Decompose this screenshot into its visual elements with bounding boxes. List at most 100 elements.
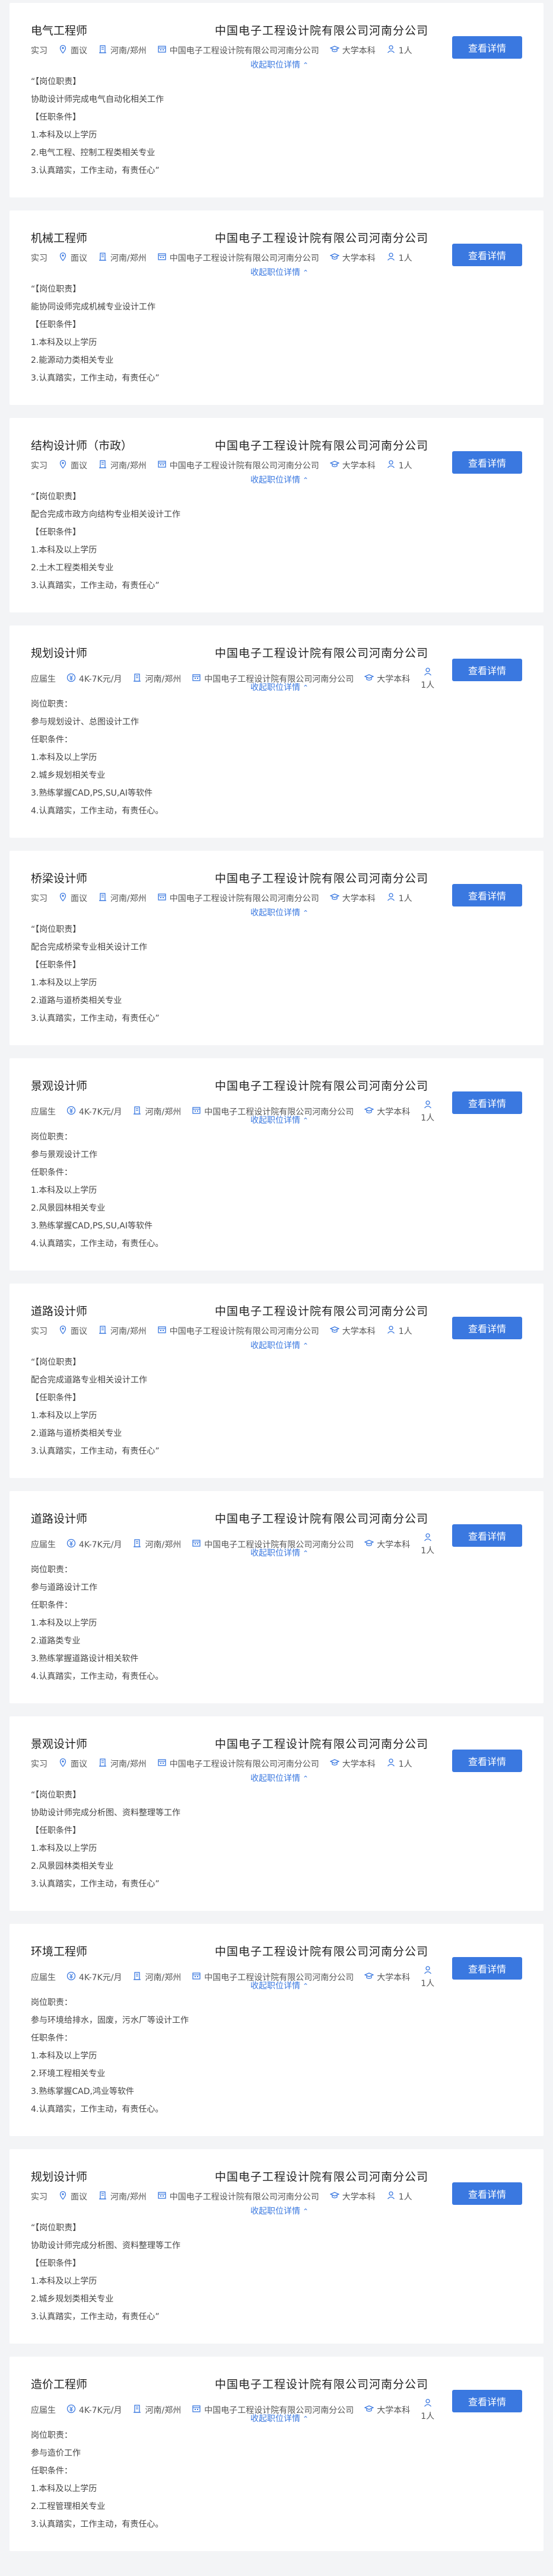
headcount-label: 1人 xyxy=(421,1546,435,1556)
company-name[interactable]: 中国电子工程设计院有限公司河南分公司 xyxy=(215,1077,428,1093)
description-line: 3.认真踏实，工作主动，有责任心” xyxy=(31,1879,160,1889)
location-building-icon xyxy=(132,673,142,682)
job-card: 环境工程师 中国电子工程设计院有限公司河南分公司 应届生 4K-7K元/月 河南… xyxy=(9,1924,544,2136)
company-name[interactable]: 中国电子工程设计院有限公司河南分公司 xyxy=(215,22,428,38)
collapse-details-toggle[interactable]: 收起职位详情 ⌃ xyxy=(250,906,309,918)
job-title[interactable]: 机械工程师 xyxy=(31,229,87,245)
collapse-details-toggle[interactable]: 收起职位详情 ⌃ xyxy=(250,474,309,486)
person-icon xyxy=(386,44,396,54)
collapse-details-toggle[interactable]: 收起职位详情 ⌃ xyxy=(250,1114,309,1126)
job-title[interactable]: 景观设计师 xyxy=(31,1735,87,1751)
view-details-button[interactable]: 查看详情 xyxy=(452,451,522,474)
education-label: 大学本科 xyxy=(377,1540,411,1550)
view-details-button[interactable]: 查看详情 xyxy=(452,2182,522,2205)
job-type: 应届生 xyxy=(31,1971,56,1983)
collapse-details-toggle[interactable]: 收起职位详情 ⌃ xyxy=(250,1980,309,1991)
job-title[interactable]: 道路设计师 xyxy=(31,1510,87,1526)
headcount: 1人 xyxy=(386,252,412,264)
description-line: 岗位职责： xyxy=(31,1132,72,1142)
view-details-button[interactable]: 查看详情 xyxy=(452,1317,522,1339)
collapse-details-toggle[interactable]: 收起职位详情 ⌃ xyxy=(250,681,309,693)
job-title[interactable]: 电气工程师 xyxy=(31,22,87,38)
person-icon xyxy=(386,459,396,469)
collapse-details-toggle[interactable]: 收起职位详情 ⌃ xyxy=(250,1772,309,1784)
chevron-up-icon: ⌃ xyxy=(303,476,309,484)
job-card: 结构设计师（市政） 中国电子工程设计院有限公司河南分公司 实习 面议 河南/郑州 xyxy=(9,418,544,612)
location-pin-icon xyxy=(58,1325,68,1335)
company-name[interactable]: 中国电子工程设计院有限公司河南分公司 xyxy=(215,2376,428,2392)
education: 大学本科 xyxy=(364,1971,410,1983)
company-name[interactable]: 中国电子工程设计院有限公司河南分公司 xyxy=(215,1510,428,1526)
job-card-header: 机械工程师 中国电子工程设计院有限公司河南分公司 实习 面议 河南/郑州 中国电… xyxy=(31,227,522,278)
job-card-header: 景观设计师 中国电子工程设计院有限公司河南分公司 应届生 4K-7K元/月 河南… xyxy=(31,1075,522,1126)
collapse-details-toggle[interactable]: 收起职位详情 ⌃ xyxy=(250,59,309,71)
salary-label: 面议 xyxy=(71,1327,87,1336)
chevron-up-icon: ⌃ xyxy=(303,1982,309,1990)
view-details-button[interactable]: 查看详情 xyxy=(452,244,522,266)
description-line: 【任职条件】 xyxy=(31,2259,81,2268)
company-name[interactable]: 中国电子工程设计院有限公司河南分公司 xyxy=(215,229,428,245)
graduation-cap-icon xyxy=(364,1971,374,1981)
collapse-details-toggle[interactable]: 收起职位详情 ⌃ xyxy=(250,1547,309,1559)
money-icon xyxy=(66,673,76,682)
company-name[interactable]: 中国电子工程设计院有限公司河南分公司 xyxy=(215,644,428,660)
view-details-button[interactable]: 查看详情 xyxy=(452,659,522,681)
chevron-up-icon: ⌃ xyxy=(303,269,309,277)
view-details-button[interactable]: 查看详情 xyxy=(452,1750,522,1772)
job-title[interactable]: 景观设计师 xyxy=(31,1077,87,1093)
job-meta: 实习 面议 河南/郑州 中国电子工程设计院有限公司河南分公司 大学本科 1人 xyxy=(31,1325,412,1337)
description-line: 配合完成桥梁专业相关设计工作 xyxy=(31,943,147,952)
location-pin-icon xyxy=(58,892,68,902)
company-name[interactable]: 中国电子工程设计院有限公司河南分公司 xyxy=(215,870,428,886)
view-details-button[interactable]: 查看详情 xyxy=(452,884,522,906)
chevron-up-icon: ⌃ xyxy=(303,1774,309,1783)
location: 河南/郑州 xyxy=(132,1538,181,1550)
company-name[interactable]: 中国电子工程设计院有限公司河南分公司 xyxy=(215,1943,428,1959)
job-type: 应届生 xyxy=(31,2404,56,2416)
job-meta: 实习 面议 河南/郑州 中国电子工程设计院有限公司河南分公司 大学本科 1人 xyxy=(31,252,412,264)
company-name[interactable]: 中国电子工程设计院有限公司河南分公司 xyxy=(215,1303,428,1319)
job-title[interactable]: 环境工程师 xyxy=(31,1943,87,1959)
description-line: 配合完成市政方向结构专业相关设计工作 xyxy=(31,510,180,519)
money-icon xyxy=(66,1971,76,1981)
salary: 面议 xyxy=(58,459,87,471)
salary-label: 4K-7K元/月 xyxy=(79,675,122,684)
job-title[interactable]: 桥梁设计师 xyxy=(31,870,87,886)
collapse-details-toggle[interactable]: 收起职位详情 ⌃ xyxy=(250,2412,309,2424)
person-icon xyxy=(423,1100,433,1109)
chevron-up-icon: ⌃ xyxy=(303,684,309,692)
job-title[interactable]: 规划设计师 xyxy=(31,2168,87,2184)
company-name[interactable]: 中国电子工程设计院有限公司河南分公司 xyxy=(215,2168,428,2184)
organization-icon xyxy=(157,2191,167,2200)
view-details-button[interactable]: 查看详情 xyxy=(452,36,522,59)
headcount: 1人 xyxy=(421,667,434,691)
collapse-details-toggle[interactable]: 收起职位详情 ⌃ xyxy=(250,266,309,278)
job-title[interactable]: 道路设计师 xyxy=(31,1303,87,1319)
money-icon xyxy=(66,1106,76,1115)
description-line: 1.本科及以上学历 xyxy=(31,1186,97,1195)
headcount-label: 1人 xyxy=(421,2412,435,2421)
collapse-details-toggle[interactable]: 收起职位详情 ⌃ xyxy=(250,2205,309,2217)
salary: 4K-7K元/月 xyxy=(66,1106,122,1118)
view-details-button[interactable]: 查看详情 xyxy=(452,2390,522,2412)
description-line: 1.本科及以上学历 xyxy=(31,545,97,555)
view-details-button[interactable]: 查看详情 xyxy=(452,1957,522,1980)
job-title[interactable]: 结构设计师（市政） xyxy=(31,437,132,453)
view-details-button[interactable]: 查看详情 xyxy=(452,1524,522,1547)
location-building-icon xyxy=(98,1758,107,1767)
view-details-button[interactable]: 查看详情 xyxy=(452,1091,522,1114)
company-name[interactable]: 中国电子工程设计院有限公司河南分公司 xyxy=(215,1735,428,1751)
company-name[interactable]: 中国电子工程设计院有限公司河南分公司 xyxy=(215,437,428,453)
location: 河南/郑州 xyxy=(98,1325,147,1337)
collapse-details-toggle[interactable]: 收起职位详情 ⌃ xyxy=(250,1339,309,1351)
job-title[interactable]: 造价工程师 xyxy=(31,2376,87,2392)
job-type-label: 应届生 xyxy=(31,1107,56,1117)
description-line: 2.道路类专业 xyxy=(31,1636,81,1646)
job-title[interactable]: 规划设计师 xyxy=(31,644,87,660)
education: 大学本科 xyxy=(364,673,410,685)
job-type: 实习 xyxy=(31,459,47,471)
job-card: 道路设计师 中国电子工程设计院有限公司河南分公司 应届生 4K-7K元/月 河南… xyxy=(9,1491,544,1703)
description-line: 1.本科及以上学历 xyxy=(31,338,97,347)
location-building-icon xyxy=(98,892,107,902)
headcount: 1人 xyxy=(421,1965,434,1989)
